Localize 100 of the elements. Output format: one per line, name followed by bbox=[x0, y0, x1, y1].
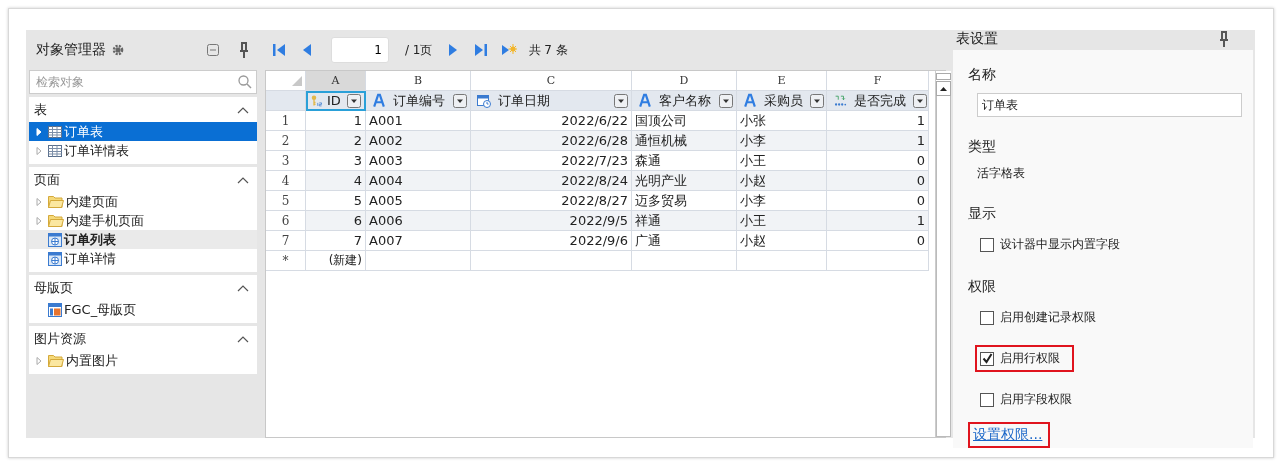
gear-icon[interactable] bbox=[112, 44, 124, 56]
column-letter[interactable]: D bbox=[632, 71, 737, 91]
column-letter[interactable]: C bbox=[471, 71, 632, 91]
collapse-icon[interactable] bbox=[237, 335, 249, 343]
new-row-cell[interactable] bbox=[827, 251, 929, 271]
dropdown-button[interactable] bbox=[719, 93, 733, 108]
name-field[interactable]: 订单表 bbox=[977, 93, 1242, 117]
header-corner-cell bbox=[266, 91, 306, 111]
text-type-icon bbox=[638, 93, 652, 108]
table-cell: A004 bbox=[366, 171, 471, 191]
scroll-up-icon[interactable] bbox=[940, 86, 947, 91]
pin-icon[interactable] bbox=[239, 42, 249, 58]
key-icon bbox=[311, 94, 323, 107]
scrollbar[interactable] bbox=[935, 71, 951, 437]
expand-arrow-icon[interactable] bbox=[35, 197, 43, 206]
checkbox-label: 启用创建记录权限 bbox=[1000, 309, 1096, 326]
new-row-cell[interactable] bbox=[632, 251, 737, 271]
text-type-icon bbox=[372, 93, 386, 108]
search-input[interactable]: 检索对象 bbox=[34, 74, 238, 90]
corner-cell[interactable] bbox=[266, 71, 306, 91]
web-page-icon bbox=[48, 251, 62, 266]
checkbox-label: 启用行权限 bbox=[1000, 350, 1060, 367]
tree-item[interactable]: 订单列表 bbox=[29, 230, 257, 249]
new-row-cell[interactable]: (新建) bbox=[306, 251, 366, 271]
dropdown-button[interactable] bbox=[453, 93, 467, 108]
column-letter[interactable]: E bbox=[737, 71, 827, 91]
tree-item[interactable]: 订单表 bbox=[29, 122, 257, 141]
page-number-field[interactable]: 1 bbox=[331, 37, 389, 63]
dropdown-button[interactable] bbox=[347, 93, 361, 108]
table-cell: 2022/9/6 bbox=[471, 231, 632, 251]
row-number: 3 bbox=[266, 151, 306, 171]
table-cell: 小赵 bbox=[737, 231, 827, 251]
collapse-icon[interactable] bbox=[237, 284, 249, 292]
column-header[interactable]: 订单编号 bbox=[366, 91, 471, 111]
column-header[interactable]: ID bbox=[306, 91, 366, 111]
section-label: 类型 bbox=[968, 138, 997, 156]
expand-arrow-icon[interactable] bbox=[35, 146, 43, 155]
header-label: 客户名称 bbox=[659, 91, 712, 110]
tree-item[interactable]: 内建手机页面 bbox=[29, 211, 257, 230]
tree-item[interactable]: 订单详情表 bbox=[29, 141, 257, 160]
new-row-cell[interactable] bbox=[737, 251, 827, 271]
checkbox-label: 设计器中显示内置字段 bbox=[1000, 236, 1120, 253]
checkbox[interactable] bbox=[980, 237, 994, 252]
section-title[interactable]: 图片资源 bbox=[34, 329, 86, 348]
new-record-icon[interactable] bbox=[500, 42, 517, 58]
column-header[interactable]: 采购员 bbox=[737, 91, 827, 111]
checkbox[interactable] bbox=[980, 392, 994, 407]
last-page-icon[interactable] bbox=[472, 42, 489, 58]
column-letter[interactable]: B bbox=[366, 71, 471, 91]
section-title[interactable]: 母版页 bbox=[34, 278, 73, 297]
table-cell: A007 bbox=[366, 231, 471, 251]
pin-icon[interactable] bbox=[1219, 31, 1229, 47]
header-label: ID bbox=[327, 93, 342, 108]
section-title[interactable]: 表 bbox=[34, 100, 47, 119]
table-cell: 2022/6/28 bbox=[471, 131, 632, 151]
collapse-all-icon[interactable] bbox=[207, 44, 219, 56]
new-row-cell[interactable] bbox=[471, 251, 632, 271]
search-icon[interactable] bbox=[238, 75, 252, 89]
section-label: 权限 bbox=[968, 278, 997, 296]
column-letter[interactable]: A bbox=[306, 71, 366, 91]
row-number: 4 bbox=[266, 171, 306, 191]
checkbox[interactable] bbox=[980, 310, 994, 325]
collapse-icon[interactable] bbox=[237, 106, 249, 114]
scroll-thumb[interactable] bbox=[936, 73, 951, 80]
web-page-icon bbox=[48, 232, 62, 247]
new-row-cell[interactable] bbox=[366, 251, 471, 271]
record-count: 共 7 条 bbox=[528, 41, 568, 59]
table-cell: 祥通 bbox=[632, 211, 737, 231]
table-cell: 2 bbox=[306, 131, 366, 151]
dropdown-button[interactable] bbox=[810, 93, 824, 108]
table-cell: 通恒机械 bbox=[632, 131, 737, 151]
tree-item[interactable]: 订单详情 bbox=[29, 249, 257, 268]
column-letter[interactable]: F bbox=[827, 71, 929, 91]
table-cell: 1 bbox=[827, 131, 929, 151]
tree-item[interactable]: 内建页面 bbox=[29, 192, 257, 211]
tree-item[interactable]: FGC_母版页 bbox=[29, 300, 257, 319]
dropdown-button[interactable] bbox=[614, 93, 628, 108]
table-cell: 7 bbox=[306, 231, 366, 251]
checkbox[interactable] bbox=[980, 351, 994, 366]
first-page-icon[interactable] bbox=[271, 42, 287, 58]
table-cell: 0 bbox=[827, 171, 929, 191]
table-cell: 2022/8/24 bbox=[471, 171, 632, 191]
expand-arrow-icon[interactable] bbox=[35, 356, 43, 365]
row-number: 1 bbox=[266, 111, 306, 131]
page-count: / 1页 bbox=[405, 41, 433, 59]
expand-arrow-icon[interactable] bbox=[35, 216, 43, 225]
collapse-icon[interactable] bbox=[237, 176, 249, 184]
table-cell: 光明产业 bbox=[632, 171, 737, 191]
type-value: 活字格表 bbox=[977, 165, 1026, 182]
section-title[interactable]: 页面 bbox=[34, 170, 60, 189]
table-cell: 2022/9/5 bbox=[471, 211, 632, 231]
column-header[interactable]: 订单日期 bbox=[471, 91, 632, 111]
dropdown-button[interactable] bbox=[913, 93, 927, 108]
search-field[interactable]: 检索对象 bbox=[29, 70, 257, 94]
tree-item[interactable]: 内置图片 bbox=[29, 351, 257, 370]
row-number: 6 bbox=[266, 211, 306, 231]
set-permissions-link[interactable]: 设置权限... bbox=[973, 426, 1043, 442]
column-header[interactable]: 是否完成 bbox=[827, 91, 929, 111]
column-header[interactable]: 客户名称 bbox=[632, 91, 737, 111]
table-cell: A002 bbox=[366, 131, 471, 151]
